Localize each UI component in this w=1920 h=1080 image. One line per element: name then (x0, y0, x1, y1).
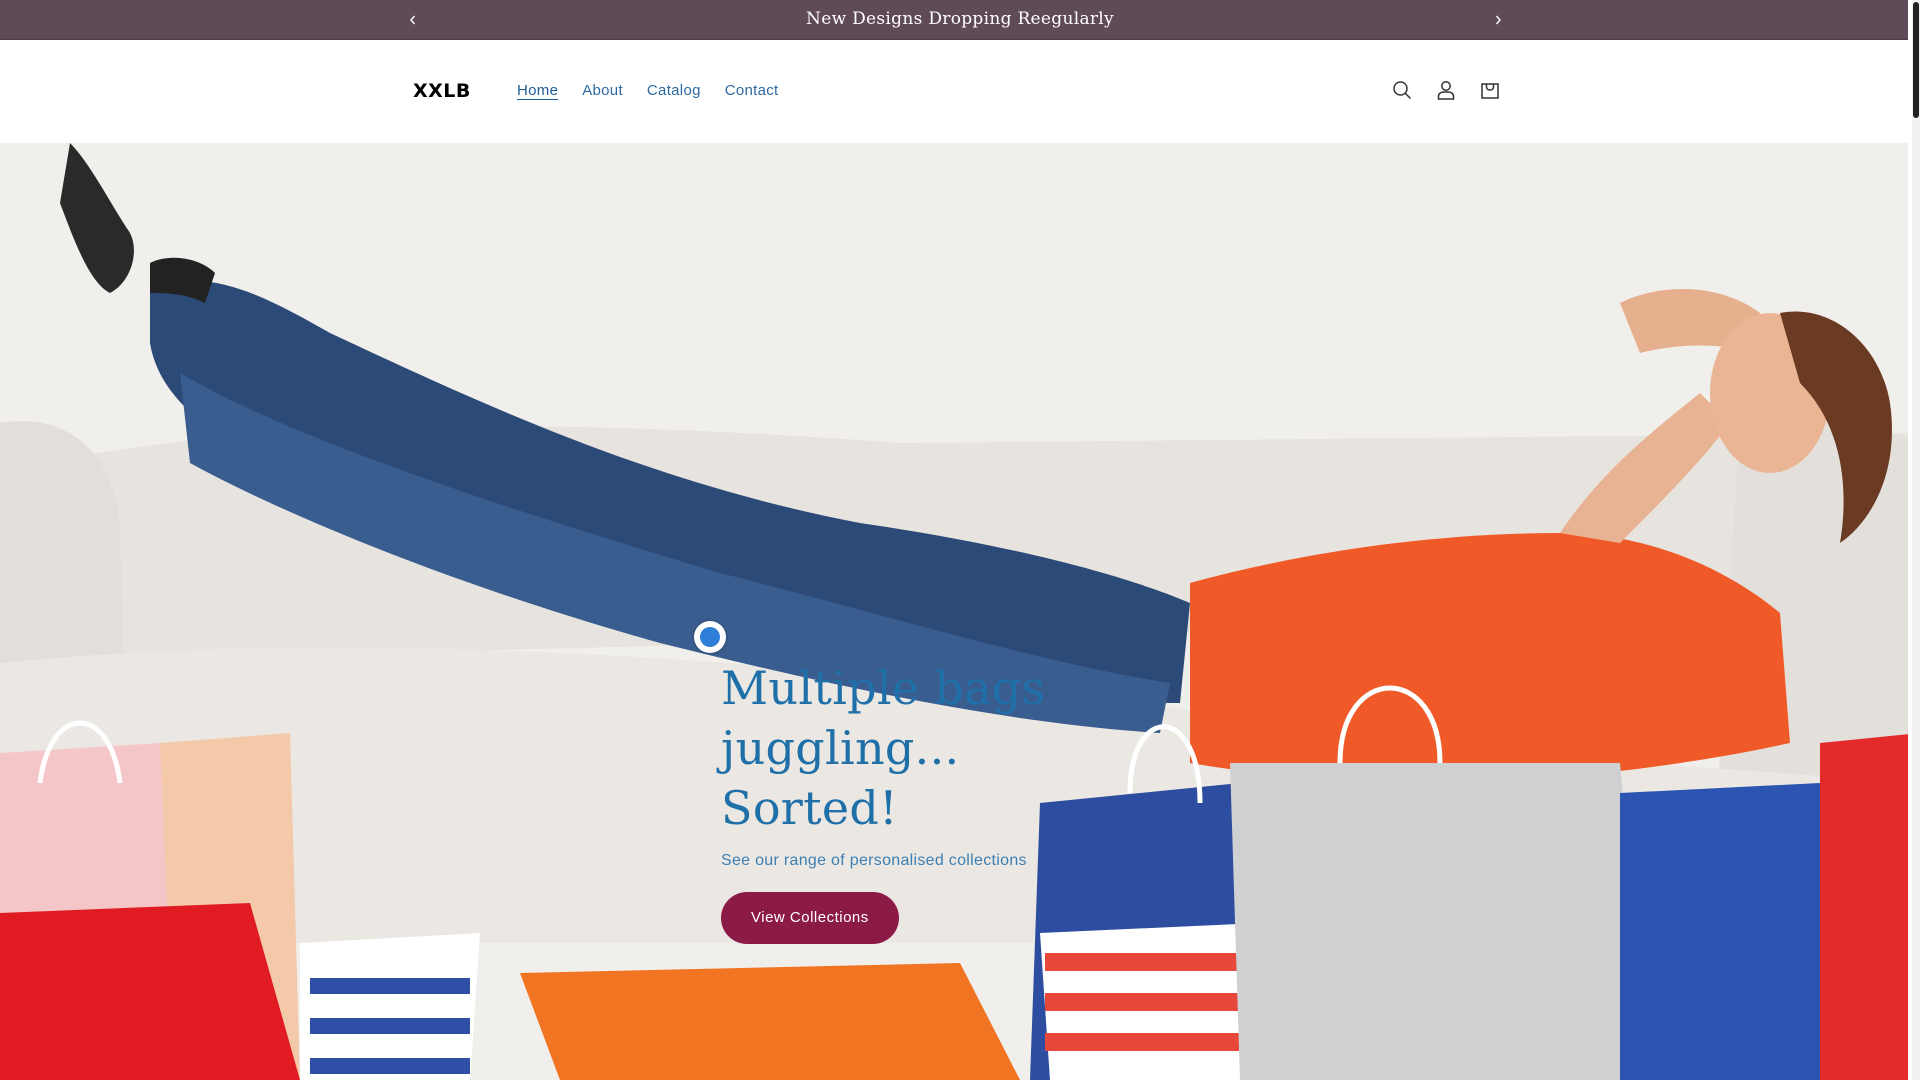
page-scrollbar[interactable] (1912, 0, 1920, 1080)
cart-button[interactable] (1468, 68, 1512, 112)
hero-title-line-2: juggling... Sorted! (721, 721, 960, 835)
nav-link-home[interactable]: Home (505, 82, 570, 99)
search-button[interactable] (1380, 68, 1424, 112)
hero-content: Multiple bags juggling... Sorted! See ou… (721, 658, 1141, 944)
hero-subtitle: See our range of personalised collection… (721, 852, 1027, 869)
chevron-right-icon (1495, 15, 1501, 25)
account-icon (1437, 81, 1455, 100)
announcement-next-button[interactable] (1478, 0, 1518, 40)
cursor-marker (694, 621, 726, 653)
main-nav: Home About Catalog Contact (505, 82, 791, 99)
scrollbar-thumb[interactable] (1913, 2, 1919, 118)
hero-title-line-1: Multiple bags (721, 661, 1046, 715)
header-icons (1380, 68, 1512, 112)
account-button[interactable] (1424, 68, 1468, 112)
site-logo[interactable]: XXLB (413, 80, 471, 102)
nav-link-about[interactable]: About (570, 82, 635, 99)
hero-banner: Multiple bags juggling... Sorted! See ou… (0, 143, 1920, 1080)
nav-link-contact[interactable]: Contact (713, 82, 791, 99)
search-icon (1393, 81, 1412, 100)
view-collections-button[interactable]: View Collections (721, 892, 899, 944)
cart-icon (1481, 83, 1499, 99)
nav-link-catalog[interactable]: Catalog (635, 82, 713, 99)
announcement-text: New Designs Dropping Reegularly (806, 9, 1114, 29)
site-header: XXLB Home About Catalog Contact (0, 40, 1920, 143)
hero-title: Multiple bags juggling... Sorted! (721, 658, 1141, 838)
announcement-bar: New Designs Dropping Reegularly (0, 0, 1920, 40)
